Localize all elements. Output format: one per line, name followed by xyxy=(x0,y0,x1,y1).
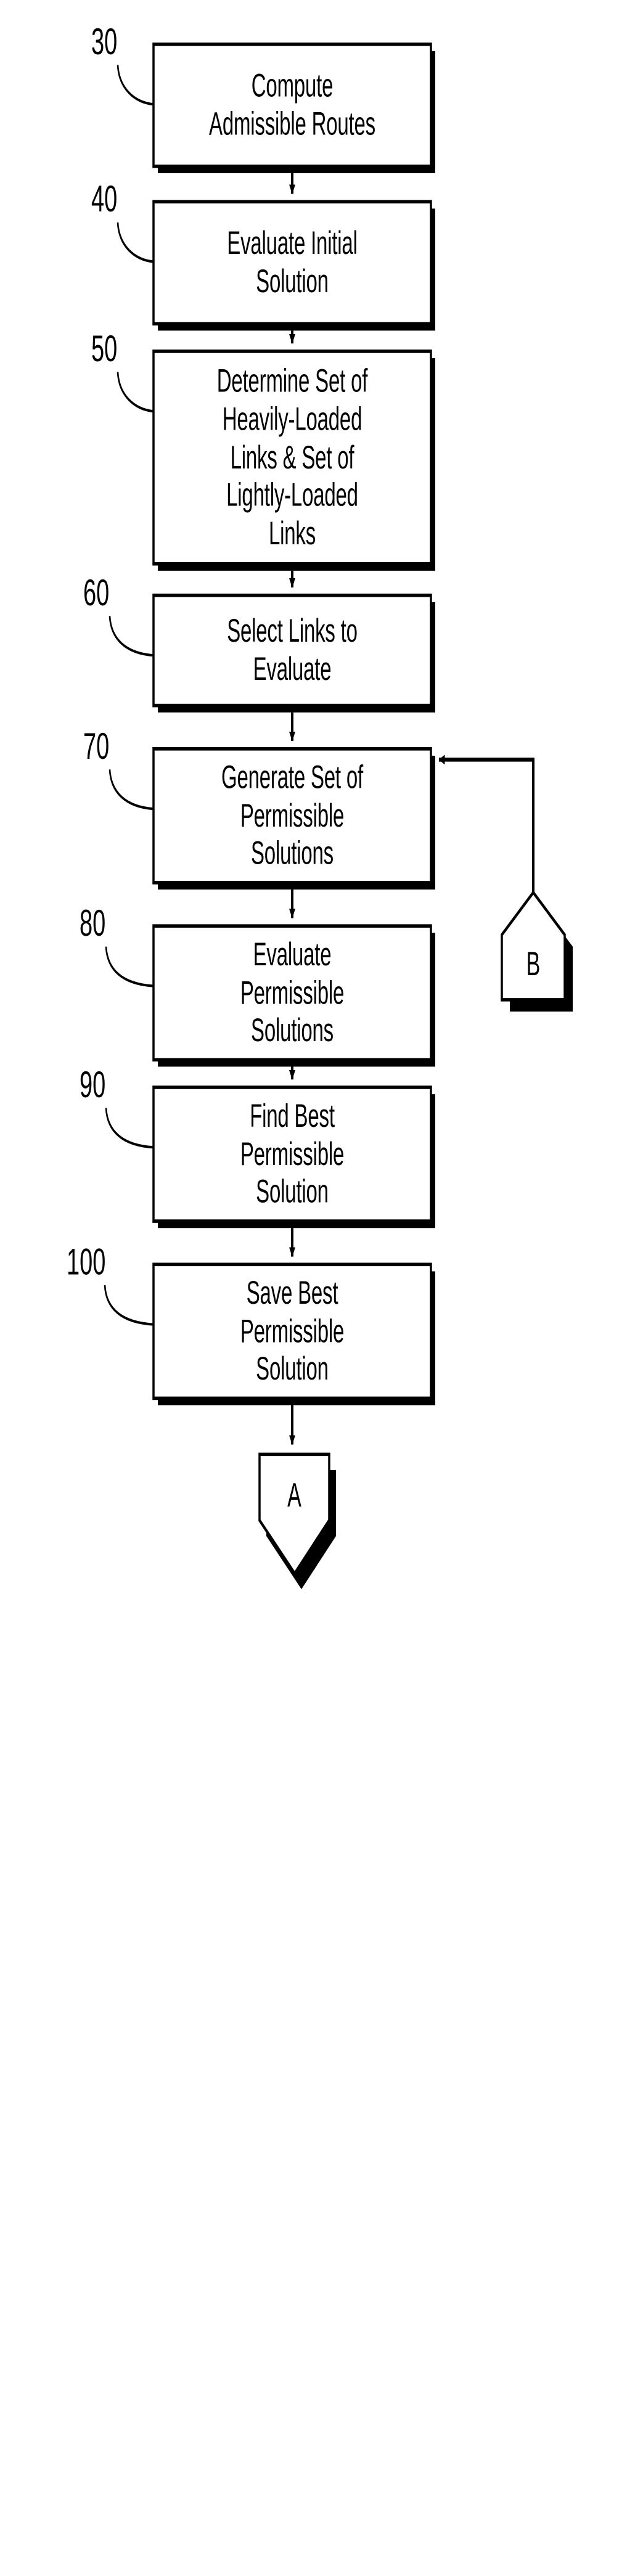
box-70 xyxy=(152,747,432,885)
box-60 xyxy=(152,593,432,708)
connector-a-label: A xyxy=(287,1477,301,1515)
reference-number-30: 30 xyxy=(91,22,118,63)
leader-60 xyxy=(109,616,154,657)
connector-b-label: B xyxy=(526,946,541,983)
leader-100 xyxy=(104,1285,154,1326)
reference-leader-lines xyxy=(104,65,154,1326)
reference-number-50: 50 xyxy=(91,329,118,370)
return-path-b xyxy=(438,754,534,893)
leader-30 xyxy=(117,65,154,106)
flowchart-graphics xyxy=(104,43,573,1590)
box-100 xyxy=(152,1262,432,1400)
leader-90 xyxy=(105,1108,154,1149)
reference-number-80: 80 xyxy=(80,903,106,945)
leader-50 xyxy=(117,372,154,413)
reference-number-70: 70 xyxy=(83,726,110,768)
reference-number-100: 100 xyxy=(67,1241,106,1283)
box-40 xyxy=(152,200,432,325)
box-30 xyxy=(152,43,432,168)
box-50 xyxy=(152,350,432,566)
leader-40 xyxy=(117,222,154,263)
reference-number-60: 60 xyxy=(83,573,110,615)
connector-a-shape xyxy=(258,1452,336,1590)
leader-70 xyxy=(109,769,154,811)
reference-number-90: 90 xyxy=(80,1065,106,1106)
box-80 xyxy=(152,924,432,1062)
flowchart-canvas: Compute Admissible Routes Evaluate Initi… xyxy=(0,0,643,1614)
reference-number-40: 40 xyxy=(91,179,118,221)
box-90 xyxy=(152,1086,432,1223)
leader-80 xyxy=(105,946,154,987)
